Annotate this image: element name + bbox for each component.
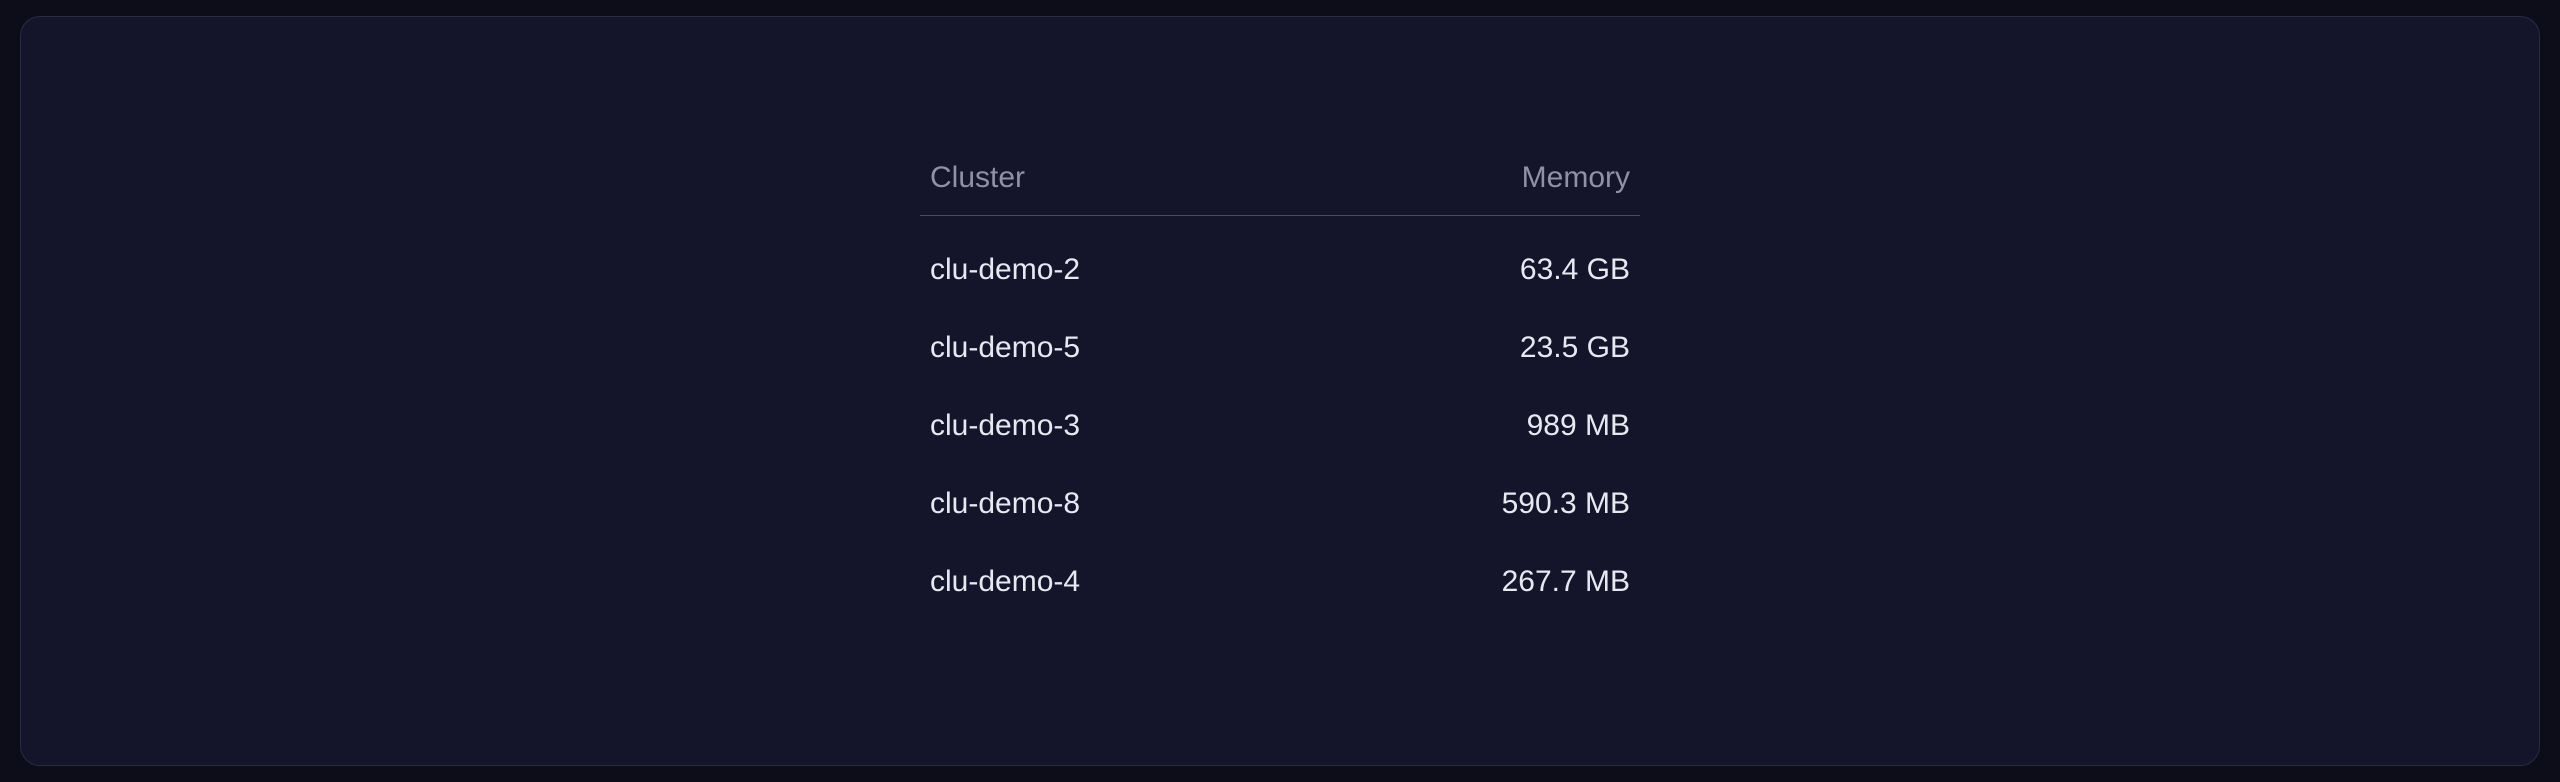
cell-cluster: clu-demo-5 [930, 331, 1080, 365]
table-row: clu-demo-8 590.3 MB [920, 465, 1640, 543]
table-body: clu-demo-2 63.4 GB clu-demo-5 23.5 GB cl… [920, 216, 1640, 621]
table-row: clu-demo-4 267.7 MB [920, 543, 1640, 621]
cell-memory: 63.4 GB [1520, 253, 1630, 287]
table-row: clu-demo-2 63.4 GB [920, 231, 1640, 309]
cell-cluster: clu-demo-2 [930, 253, 1080, 287]
cell-memory: 989 MB [1527, 409, 1630, 443]
cell-memory: 23.5 GB [1520, 331, 1630, 365]
table-row: clu-demo-5 23.5 GB [920, 309, 1640, 387]
header-cluster: Cluster [930, 161, 1025, 195]
cell-memory: 267.7 MB [1502, 565, 1630, 599]
table-row: clu-demo-3 989 MB [920, 387, 1640, 465]
header-memory: Memory [1522, 161, 1630, 195]
cell-cluster: clu-demo-4 [930, 565, 1080, 599]
table-header-row: Cluster Memory [920, 161, 1640, 216]
cell-cluster: clu-demo-8 [930, 487, 1080, 521]
cluster-memory-table: Cluster Memory clu-demo-2 63.4 GB clu-de… [920, 161, 1640, 621]
cluster-memory-panel: Cluster Memory clu-demo-2 63.4 GB clu-de… [20, 16, 2540, 766]
cell-cluster: clu-demo-3 [930, 409, 1080, 443]
cell-memory: 590.3 MB [1502, 487, 1630, 521]
